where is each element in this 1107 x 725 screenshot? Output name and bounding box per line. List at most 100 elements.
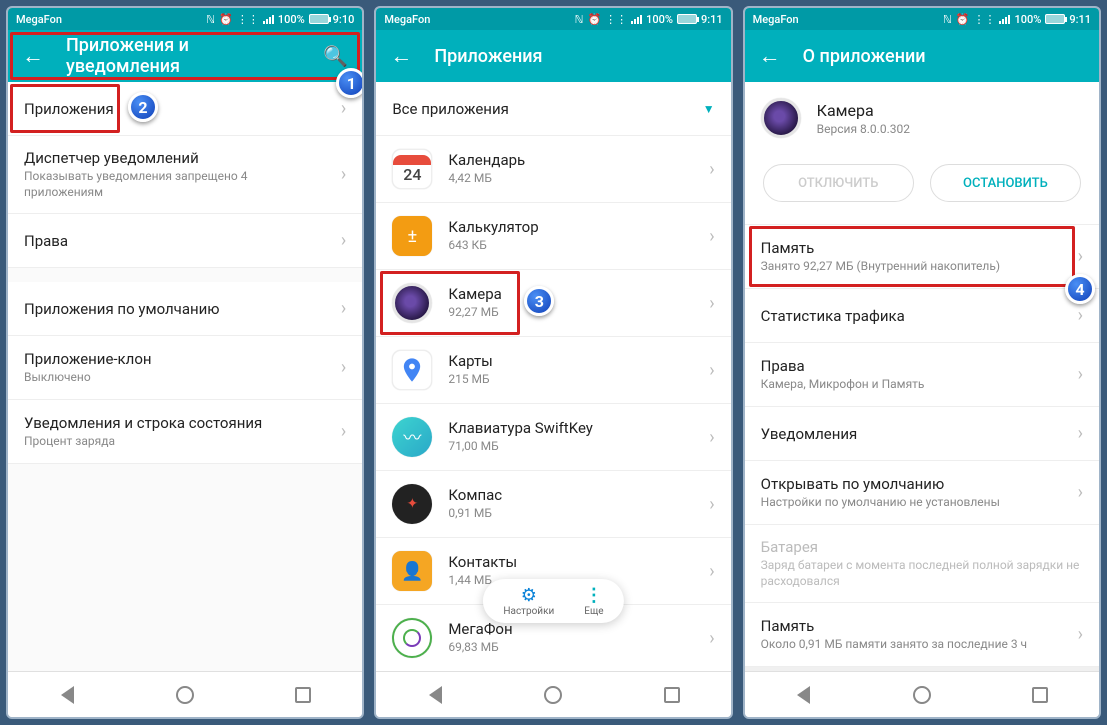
row-rights[interactable]: Права › — [8, 214, 362, 268]
page-title: Приложения и уведомления — [66, 35, 301, 77]
row-title: Уведомления и строка состояния — [24, 414, 325, 432]
row-storage[interactable]: Память Занято 92,27 МБ (Внутренний накоп… — [745, 225, 1099, 289]
battery-icon — [1045, 14, 1065, 24]
status-bar: MegaFon ℕ ⏰ ⋮⋮ 100% 9:11 — [376, 8, 730, 30]
chevron-right-icon: › — [341, 164, 346, 185]
row-traffic[interactable]: Статистика трафика › — [745, 289, 1099, 343]
nav-recent-button[interactable] — [660, 683, 684, 707]
disable-button[interactable]: ОТКЛЮЧИТЬ — [763, 164, 914, 202]
battery-icon — [309, 14, 329, 24]
filter-label: Все приложения — [392, 100, 686, 118]
app-row-compass[interactable]: Компас 0,91 МБ › — [376, 471, 730, 538]
app-size: 643 КБ — [448, 238, 693, 254]
nav-home-button[interactable] — [910, 683, 934, 707]
signal-icon — [999, 14, 1010, 24]
chevron-right-icon: › — [1078, 482, 1083, 503]
content: Все приложения ▼ 24 Календарь 4,42 МБ › … — [376, 82, 730, 671]
camera-icon — [392, 283, 432, 323]
pill-settings[interactable]: ⚙ Настройки — [503, 585, 554, 617]
screen-2: MegaFon ℕ ⏰ ⋮⋮ 100% 9:11 ← Приложения Вс… — [374, 6, 732, 719]
nav-recent-button[interactable] — [1028, 683, 1052, 707]
stop-button[interactable]: ОСТАНОВИТЬ — [930, 164, 1081, 202]
chevron-right-icon: › — [341, 421, 346, 442]
app-size: 71,00 МБ — [448, 439, 693, 455]
row-title: Память — [761, 617, 1062, 635]
carrier-label: MegaFon — [384, 13, 430, 26]
pill-label: Еще — [584, 606, 603, 617]
app-row-maps[interactable]: Карты 215 МБ › — [376, 337, 730, 404]
clock: 9:11 — [701, 13, 723, 26]
app-row-swiftkey[interactable]: 〰 Клавиатура SwiftKey 71,00 МБ › — [376, 404, 730, 471]
chevron-right-icon: › — [709, 360, 714, 381]
row-open-default[interactable]: Открывать по умолчанию Настройки по умол… — [745, 461, 1099, 525]
app-row-camera[interactable]: Камера 92,27 МБ › 3 — [376, 270, 730, 337]
back-icon[interactable]: ← — [759, 43, 781, 69]
app-size: 69,83 МБ — [448, 640, 693, 656]
back-icon[interactable]: ← — [22, 43, 44, 69]
row-permissions[interactable]: Права Камера, Микрофон и Память › — [745, 343, 1099, 407]
row-notif-manager[interactable]: Диспетчер уведомлений Показывать уведомл… — [8, 136, 362, 214]
chevron-right-icon: › — [709, 494, 714, 515]
row-title: Батарея — [761, 538, 1083, 556]
filter-dropdown[interactable]: Все приложения ▼ — [376, 82, 730, 136]
wifi-icon: ⋮⋮ — [605, 13, 627, 26]
clock: 9:10 — [333, 13, 355, 26]
app-name: Клавиатура SwiftKey — [448, 419, 693, 437]
step-badge-1: 1 — [336, 68, 364, 98]
chevron-right-icon: › — [709, 427, 714, 448]
row-sub: Заряд батареи с момента последней полной… — [761, 558, 1083, 589]
row-title: Память — [761, 239, 1062, 257]
app-name: Контакты — [448, 553, 693, 571]
alarm-icon: ⏰ — [587, 13, 601, 26]
page-title: О приложении — [803, 46, 926, 67]
pill-label: Настройки — [503, 606, 554, 617]
nav-home-button[interactable] — [173, 683, 197, 707]
app-name: Камера — [448, 285, 693, 303]
back-icon[interactable]: ← — [390, 43, 412, 69]
app-row-calculator[interactable]: ± Калькулятор 643 КБ › — [376, 203, 730, 270]
chevron-right-icon: › — [709, 628, 714, 649]
row-title: Приложения — [24, 100, 325, 118]
row-title: Приложения по умолчанию — [24, 300, 325, 318]
bottom-menu-pill: ⚙ Настройки ⋮ Еще — [483, 579, 623, 623]
nav-back-button[interactable] — [423, 683, 447, 707]
alarm-icon: ⏰ — [956, 13, 970, 26]
pill-more[interactable]: ⋮ Еще — [584, 585, 603, 617]
battery-pct: 100% — [646, 13, 673, 26]
search-icon[interactable]: 🔍 — [323, 44, 348, 68]
nav-recent-button[interactable] — [291, 683, 315, 707]
compass-icon — [392, 484, 432, 524]
screen-1: MegaFon ℕ ⏰ ⋮⋮ 100% 9:10 ← Приложения и … — [6, 6, 364, 719]
row-title: Права — [24, 232, 325, 250]
row-title: Приложение-клон — [24, 350, 325, 368]
row-memory[interactable]: Память Около 0,91 МБ памяти занято за по… — [745, 603, 1099, 667]
page-title: Приложения — [434, 46, 542, 67]
maps-icon — [392, 350, 432, 390]
nav-back-button[interactable] — [55, 683, 79, 707]
chevron-right-icon: › — [709, 561, 714, 582]
app-name: Камера — [817, 101, 910, 120]
alarm-icon: ⏰ — [219, 13, 233, 26]
row-notif-status[interactable]: Уведомления и строка состояния Процент з… — [8, 400, 362, 464]
nav-back-button[interactable] — [792, 683, 816, 707]
row-apps[interactable]: Приложения › 2 — [8, 82, 362, 136]
section-header: ДОП. НАСТРОЙКИ — [745, 667, 1099, 671]
app-size: 0,91 МБ — [448, 506, 693, 522]
row-title: Уведомления — [761, 425, 1062, 443]
app-row-calendar[interactable]: 24 Календарь 4,42 МБ › — [376, 136, 730, 203]
row-sub: Настройки по умолчанию не установлены — [761, 495, 1062, 511]
chevron-right-icon: › — [341, 230, 346, 251]
header: ← Приложения и уведомления 🔍 1 — [8, 30, 362, 82]
row-app-clone[interactable]: Приложение-клон Выключено › — [8, 336, 362, 400]
calculator-icon: ± — [392, 216, 432, 256]
signal-icon — [631, 14, 642, 24]
action-buttons: ОТКЛЮЧИТЬ ОСТАНОВИТЬ — [745, 154, 1099, 225]
app-name: Карты — [448, 352, 693, 370]
battery-pct: 100% — [1014, 13, 1041, 26]
app-info-header: Камера Версия 8.0.0.302 — [745, 82, 1099, 154]
nav-home-button[interactable] — [541, 683, 565, 707]
chevron-right-icon: › — [709, 226, 714, 247]
chevron-down-icon: ▼ — [703, 102, 715, 116]
row-notifications[interactable]: Уведомления › — [745, 407, 1099, 461]
row-default-apps[interactable]: Приложения по умолчанию › — [8, 282, 362, 336]
